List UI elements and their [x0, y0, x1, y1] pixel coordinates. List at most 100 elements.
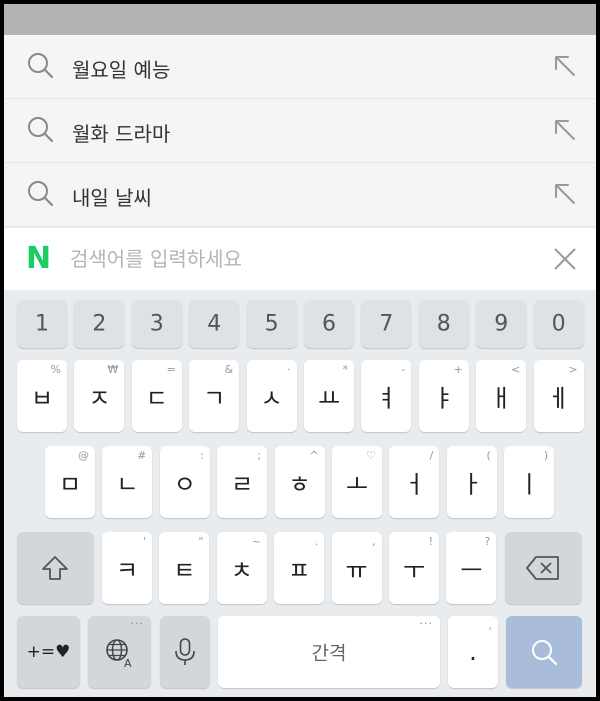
key-secondary-label: ♡	[366, 449, 376, 462]
search-key[interactable]	[506, 616, 582, 688]
key-number[interactable]: 6	[304, 300, 354, 348]
key-secondary-label: @	[78, 449, 89, 462]
key-letter[interactable]: -ㅕ	[361, 360, 412, 432]
korean-keyboard: 1 2 3 4 5 6 7 8 9 0% ㅂ ₩ ㅈ = ㄷ & ㄱ · ㅅ * ㅛ - ㅕ + ㅑ < ㅐ > ㅔ @ ㅁ # ㄴ: ㅇ; ㄹ ^ ㅎ…	[4, 290, 596, 697]
key-letter[interactable]: (ㅏ	[446, 446, 497, 518]
key-letter[interactable]: ₩ ㅈ	[74, 360, 125, 432]
microphone-icon	[175, 638, 195, 665]
key-label: ㄹ	[231, 470, 254, 499]
key-number[interactable]: 5	[246, 300, 297, 348]
suggestion-item[interactable]: 월화 드라마	[4, 99, 596, 163]
key-letter[interactable]: ; ㄹ	[217, 446, 268, 518]
key-letter[interactable]: & ㄱ	[189, 360, 240, 432]
key-label: ㅜ	[402, 556, 426, 585]
key-letter[interactable]: ? ㅡ	[446, 532, 497, 604]
key-secondary-label: %	[50, 363, 61, 376]
backspace-icon	[526, 556, 559, 580]
key-number[interactable]: 7	[361, 300, 412, 348]
key-label: +=♥	[26, 642, 71, 662]
key-number[interactable]: 3	[131, 300, 182, 348]
key-label: 2	[92, 311, 107, 337]
key-letter[interactable]: = ㄷ	[131, 360, 182, 432]
close-icon[interactable]	[550, 244, 580, 274]
key-secondary-label: ?	[484, 535, 491, 548]
key-label: ㅇ	[173, 470, 196, 499]
key-secondary-label: ,	[488, 619, 493, 632]
key-letter[interactable]: ' ㅋ	[102, 532, 152, 604]
suggestion-text: 월화 드라마	[72, 122, 171, 146]
svg-text:A: A	[124, 657, 132, 668]
key-secondary-label: >	[568, 363, 578, 376]
key-letter[interactable]: # ㄴ	[102, 446, 153, 518]
key-secondary-label: *	[342, 363, 349, 376]
key-letter[interactable]: .ㅍ	[274, 532, 325, 604]
key-secondary-label: -	[401, 363, 406, 376]
shift-key[interactable]	[17, 532, 94, 604]
key-letter[interactable]: :ㅇ	[159, 446, 210, 518]
key-label: ㅊ	[230, 556, 253, 585]
period-key[interactable]: ,.	[448, 616, 498, 688]
key-label: ㅁ	[58, 470, 82, 499]
key-label: ㅔ	[547, 384, 570, 413]
key-letter[interactable]: @ ㅁ	[45, 446, 95, 518]
key-secondary-label: ;	[257, 449, 262, 462]
key-letter[interactable]: + ㅑ	[418, 360, 469, 432]
key-secondary-label: )	[543, 449, 549, 462]
search-bar: N	[4, 228, 596, 290]
key-number[interactable]: 9	[476, 300, 527, 348]
key-letter[interactable]: / ㅓ	[389, 446, 440, 518]
key-number[interactable]: 0	[533, 300, 584, 348]
arrow-up-left-icon[interactable]	[552, 117, 578, 143]
key-letter[interactable]: ! ㅜ	[389, 532, 439, 604]
key-letter[interactable]: ,ㅠ	[331, 532, 382, 604]
key-secondary-label: ·	[287, 363, 291, 376]
suggestion-text: 내일 날씨	[72, 186, 152, 210]
key-secondary-label: ,	[372, 535, 376, 548]
key-number[interactable]: 1	[17, 300, 67, 348]
key-secondary-label: "	[198, 535, 204, 548]
key-label: 6	[322, 311, 336, 337]
key-number[interactable]: 4	[189, 300, 240, 348]
symbols-key[interactable]: +=♥	[17, 616, 80, 688]
key-secondary-label: '	[142, 535, 146, 548]
search-input[interactable]	[70, 242, 530, 276]
key-letter[interactable]: > ㅔ	[533, 360, 584, 432]
key-number[interactable]: 2	[74, 300, 125, 348]
key-label: ㄱ	[203, 384, 226, 413]
key-letter[interactable]: % ㅂ	[17, 360, 67, 432]
key-letter[interactable]: * ㅛ	[304, 360, 354, 432]
suggestion-item[interactable]: 월요일 예능	[4, 35, 596, 99]
key-secondary-label: <	[510, 363, 521, 376]
key-secondary-label: +	[453, 363, 463, 376]
key-label: ㅎ	[288, 470, 311, 499]
suggestion-item[interactable]: 내일 날씨	[4, 163, 596, 227]
key-secondary-label: ₩	[107, 363, 119, 376]
arrow-up-left-icon[interactable]	[552, 181, 578, 207]
backspace-key[interactable]	[505, 532, 582, 604]
space-key[interactable]: 간격 ···	[218, 616, 440, 688]
key-letter[interactable]: ♡ ㅗ	[332, 446, 382, 518]
suggestion-text: 월요일 예능	[72, 58, 171, 82]
voice-input-key[interactable]	[160, 616, 210, 688]
key-letter[interactable]: ~ ㅊ	[216, 532, 267, 604]
search-icon	[28, 53, 54, 79]
key-letter[interactable]: " ㅌ	[159, 532, 210, 604]
key-label: ㅗ	[345, 470, 369, 499]
key-number[interactable]: 8	[418, 300, 469, 348]
key-secondary-label: .	[314, 535, 319, 548]
arrow-up-left-icon[interactable]	[552, 53, 578, 79]
key-letter[interactable]: ^ ㅎ	[274, 446, 325, 518]
key-label: ㅍ	[288, 556, 311, 585]
status-bar	[4, 4, 596, 35]
key-secondary-label: =	[166, 363, 176, 376]
key-label: ㅂ	[30, 384, 54, 413]
language-key[interactable]: ··· A	[88, 616, 151, 688]
key-letter[interactable]: ) ㅣ	[504, 446, 555, 518]
key-label: 8	[436, 311, 451, 337]
key-letter[interactable]: · ㅅ	[246, 360, 297, 432]
key-label: ㅐ	[490, 384, 513, 413]
key-letter[interactable]: < ㅐ	[476, 360, 527, 432]
key-label: 4	[207, 311, 222, 337]
key-label: 9	[494, 311, 509, 337]
key-label: ㅓ	[403, 470, 426, 499]
